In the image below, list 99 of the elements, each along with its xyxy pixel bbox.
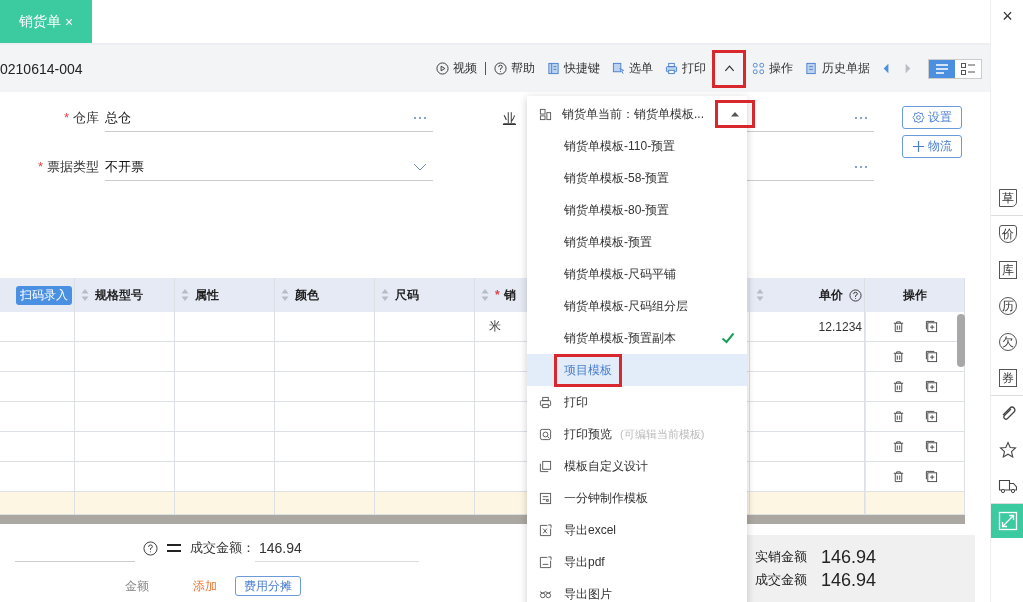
circle-badge-button[interactable]: 欠 [991, 324, 1023, 360]
export-image-item[interactable]: 导出图片 [527, 578, 747, 602]
truck-icon [997, 477, 1018, 494]
table-cell-text: 米 [488, 318, 501, 335]
more-icon[interactable] [854, 163, 868, 170]
total-value: 146.94 [821, 569, 877, 591]
template-icon [539, 107, 552, 121]
badge-button[interactable]: 库 [991, 252, 1023, 288]
card-list-icon [960, 61, 976, 76]
template-item[interactable]: 销货单模板-预置 [527, 226, 747, 258]
plus-icon [912, 140, 925, 153]
delete-icon[interactable] [892, 410, 905, 423]
delete-icon[interactable] [892, 350, 905, 363]
copy-row-icon[interactable] [925, 440, 938, 453]
price-button[interactable]: 价 [991, 216, 1023, 252]
expand-icon [997, 511, 1018, 531]
column-header: 尺码 [395, 286, 419, 304]
circle-badge-button[interactable]: 历 [991, 288, 1023, 324]
chevron-down-icon[interactable] [413, 162, 427, 171]
star-icon [998, 441, 1017, 459]
copy-row-icon[interactable] [925, 380, 938, 393]
card-view-button[interactable] [955, 59, 981, 78]
scrollbar-thumb[interactable] [957, 314, 965, 367]
shortcut-button[interactable]: 快捷键 [541, 56, 606, 81]
equals-icon [166, 543, 182, 553]
excel-icon [539, 523, 552, 537]
total-label: 实销金额 [755, 548, 807, 566]
operations-button[interactable]: 操作 [746, 56, 799, 81]
column-header: 操作 [902, 286, 927, 304]
form-field[interactable]: 总仓 [105, 104, 433, 132]
grid-icon [752, 62, 765, 75]
column-header: 单价 [819, 286, 843, 304]
caret-up-icon [730, 111, 740, 117]
copy-row-icon[interactable] [925, 320, 938, 333]
collapse-button[interactable] [715, 100, 755, 128]
template-design-item[interactable]: 模板自定义设计 [527, 450, 747, 482]
preview-icon [539, 427, 552, 441]
column-header: 属性 [195, 286, 219, 304]
column-header: 规格型号 [95, 286, 143, 304]
amount-label: 金额 [125, 577, 149, 595]
draft-button[interactable]: 草 [991, 180, 1023, 216]
cursor-icon [612, 62, 625, 75]
badge-button[interactable]: 券 [991, 360, 1023, 396]
template-item[interactable]: 销货单模板-预置副本 [527, 322, 747, 354]
more-icon[interactable] [854, 114, 868, 121]
template-item[interactable]: 销货单模板-尺码平铺 [527, 258, 747, 290]
copy-row-icon[interactable] [925, 470, 938, 483]
settings-icon [912, 111, 925, 124]
close-button[interactable]: × [1002, 6, 1013, 27]
print-button[interactable]: 打印 [659, 56, 712, 81]
delete-icon[interactable] [892, 320, 905, 333]
document-icon [805, 62, 818, 75]
form-icon [539, 491, 552, 505]
current-template-label: 销货单当前：销货单模板... [562, 105, 704, 123]
printer-icon [665, 62, 678, 75]
template-item[interactable]: 销货单模板-110-预置 [527, 130, 747, 162]
copy-row-icon[interactable] [925, 350, 938, 363]
form-field[interactable]: 不开票 [105, 153, 433, 181]
template-item[interactable]: 销货单模板-80-预置 [527, 194, 747, 226]
add-logistics-button[interactable]: 物流 [902, 135, 962, 158]
delete-icon[interactable] [892, 380, 905, 393]
more-icon[interactable] [413, 114, 427, 121]
table-cell: 12.1234 [818, 319, 862, 334]
video-button[interactable]: 视频 [430, 56, 483, 81]
copy-row-icon[interactable] [925, 410, 938, 423]
field-label: * 仓库 [62, 109, 100, 127]
help-button[interactable]: 帮助 [488, 56, 541, 81]
print-item[interactable]: 打印 [527, 386, 747, 418]
help-icon [494, 62, 507, 75]
export-pdf-item[interactable]: 导出pdf [527, 546, 747, 578]
history-button[interactable]: 历史单据 [799, 56, 876, 81]
file-icon [539, 555, 552, 569]
play-icon [436, 62, 449, 75]
printer-icon [539, 395, 552, 409]
column-header: 颜色 [295, 286, 319, 304]
export-excel-item[interactable]: 导出excel [527, 514, 747, 546]
field-label: * 票据类型 [36, 158, 100, 176]
book-icon [547, 62, 560, 75]
total-value: 146.94 [821, 546, 877, 568]
list-icon [934, 61, 950, 76]
template-item[interactable]: 销货单模板-58-预置 [527, 162, 747, 194]
delete-icon[interactable] [892, 440, 905, 453]
deal-amount-field[interactable]: 146.94 [255, 534, 419, 562]
cost-split-button[interactable]: 费用分摊 [235, 576, 301, 596]
settings-button[interactable]: 设置 [902, 106, 962, 129]
column-header: * 销 [495, 286, 516, 304]
collapse-button[interactable] [712, 49, 746, 88]
help-icon[interactable] [143, 540, 158, 556]
help-icon[interactable] [849, 288, 862, 302]
field-label: 业 [503, 110, 516, 126]
document-number: 0210614-004 [0, 60, 83, 77]
template-item[interactable]: 项目模板 [527, 354, 747, 386]
deal-amount-label: 成交金额： [190, 539, 255, 557]
pick-order-button[interactable]: 选单 [606, 56, 659, 81]
total-label: 成交金额 [755, 571, 807, 589]
template-item[interactable]: 销货单模板-尺码组分层 [527, 290, 747, 322]
copy-icon [539, 459, 552, 473]
delete-icon[interactable] [892, 470, 905, 483]
quick-template-item[interactable]: 一分钟制作模板 [527, 482, 747, 514]
